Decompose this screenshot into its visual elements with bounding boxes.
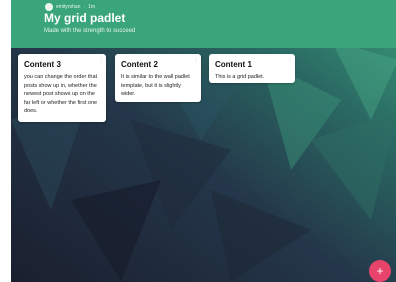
post-body: It is similar to the wall padlet templat… — [121, 74, 190, 97]
post-title: Content 2 — [121, 60, 158, 69]
post-card[interactable]: · · · Content 3 you can change the order t… — [18, 54, 106, 122]
plus-icon: + — [376, 264, 384, 278]
kebab-icon[interactable]: · · · — [100, 56, 102, 66]
post-title: Content 1 — [215, 60, 252, 69]
author-name[interactable]: emilyrohan — [56, 4, 80, 10]
post-card[interactable]: · · · Content 2 It is similar to the wall … — [115, 54, 201, 102]
kebab-icon[interactable]: · · · — [195, 56, 197, 66]
post-body: This is a grid padlet. — [215, 74, 265, 80]
post-title: Content 3 — [24, 60, 61, 69]
meta-separator: · — [83, 4, 86, 10]
add-post-button[interactable]: + — [369, 260, 391, 282]
padlet-header: emilyrohan · 1m My grid padlet Made with… — [11, 0, 396, 48]
padlet-window: emilyrohan · 1m My grid padlet Made with… — [11, 0, 396, 282]
post-time: 1m — [88, 4, 96, 10]
page-title: My grid padlet — [44, 11, 126, 25]
page-subtitle: Made with the strength to succeed — [44, 28, 136, 34]
author-meta: emilyrohan · 1m — [45, 3, 95, 11]
post-card[interactable]: · · · Content 1 This is a grid padlet. — [209, 54, 295, 83]
kebab-icon[interactable]: · · · — [289, 56, 291, 66]
post-body: you can change the order that posts show… — [24, 74, 98, 114]
avatar[interactable] — [45, 3, 53, 11]
